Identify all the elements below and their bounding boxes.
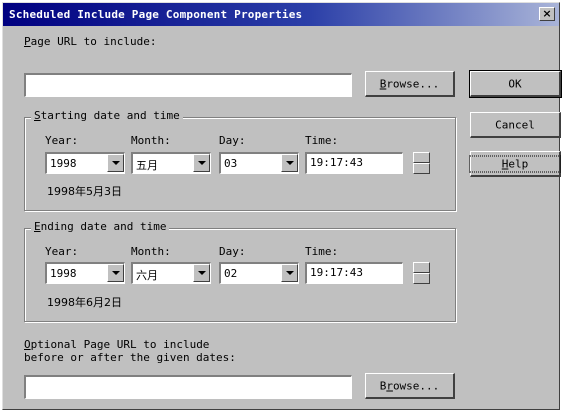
- end-day-label: Day:: [219, 245, 246, 258]
- chevron-down-icon[interactable]: [193, 154, 210, 172]
- start-month-select[interactable]: 五月: [131, 152, 211, 174]
- dialog-window: Scheduled Include Page Component Propert…: [2, 2, 562, 410]
- spin-up-icon[interactable]: [413, 152, 430, 163]
- end-date-text: 1998年6月2日: [47, 296, 122, 309]
- title-bar[interactable]: Scheduled Include Page Component Propert…: [3, 3, 559, 26]
- end-year-label: Year:: [45, 245, 79, 258]
- start-day-label: Day:: [219, 134, 246, 147]
- help-button[interactable]: Help: [469, 151, 561, 177]
- start-year-label: Year:: [45, 134, 79, 147]
- optional-url-input[interactable]: [24, 375, 352, 399]
- page-url-input[interactable]: [24, 73, 352, 97]
- start-time-spinner[interactable]: [413, 152, 430, 174]
- ok-button[interactable]: OK: [469, 70, 562, 98]
- cancel-button[interactable]: Cancel: [470, 112, 561, 138]
- start-month-label: Month:: [131, 134, 171, 147]
- end-day-select[interactable]: 02: [219, 262, 299, 284]
- starting-legend: Starting date and time: [31, 109, 183, 122]
- end-time-input[interactable]: 19:17:43: [305, 262, 403, 284]
- chevron-down-icon[interactable]: [281, 154, 298, 172]
- close-button[interactable]: ×: [539, 7, 555, 21]
- optional-url-label-line2: before or after the given dates:: [24, 351, 236, 364]
- spin-up-icon[interactable]: [413, 262, 430, 273]
- chevron-down-icon[interactable]: [107, 264, 124, 282]
- end-time-label: Time:: [305, 245, 339, 258]
- chevron-down-icon[interactable]: [193, 264, 210, 282]
- end-year-select[interactable]: 1998: [45, 262, 125, 284]
- spin-down-icon[interactable]: [413, 273, 430, 284]
- start-time-label: Time:: [305, 134, 339, 147]
- chevron-down-icon[interactable]: [107, 154, 124, 172]
- end-month-select[interactable]: 六月: [131, 262, 211, 284]
- end-month-label: Month:: [131, 245, 171, 258]
- start-time-input[interactable]: 19:17:43: [305, 152, 403, 174]
- window-title: Scheduled Include Page Component Propert…: [9, 8, 303, 21]
- close-icon: ×: [542, 7, 552, 20]
- start-year-select[interactable]: 1998: [45, 152, 125, 174]
- start-day-select[interactable]: 03: [219, 152, 299, 174]
- end-time-spinner[interactable]: [413, 262, 430, 284]
- start-date-text: 1998年5月3日: [47, 185, 122, 198]
- ending-legend: Ending date and time: [31, 220, 170, 233]
- spin-down-icon[interactable]: [413, 163, 430, 174]
- page-url-label: Page URL to include:: [24, 35, 157, 48]
- chevron-down-icon[interactable]: [281, 264, 298, 282]
- browse-button[interactable]: Browse...: [365, 71, 455, 97]
- optional-browse-button[interactable]: Browse...: [365, 373, 455, 399]
- optional-url-label-line1: Optional Page URL to include: [24, 338, 210, 351]
